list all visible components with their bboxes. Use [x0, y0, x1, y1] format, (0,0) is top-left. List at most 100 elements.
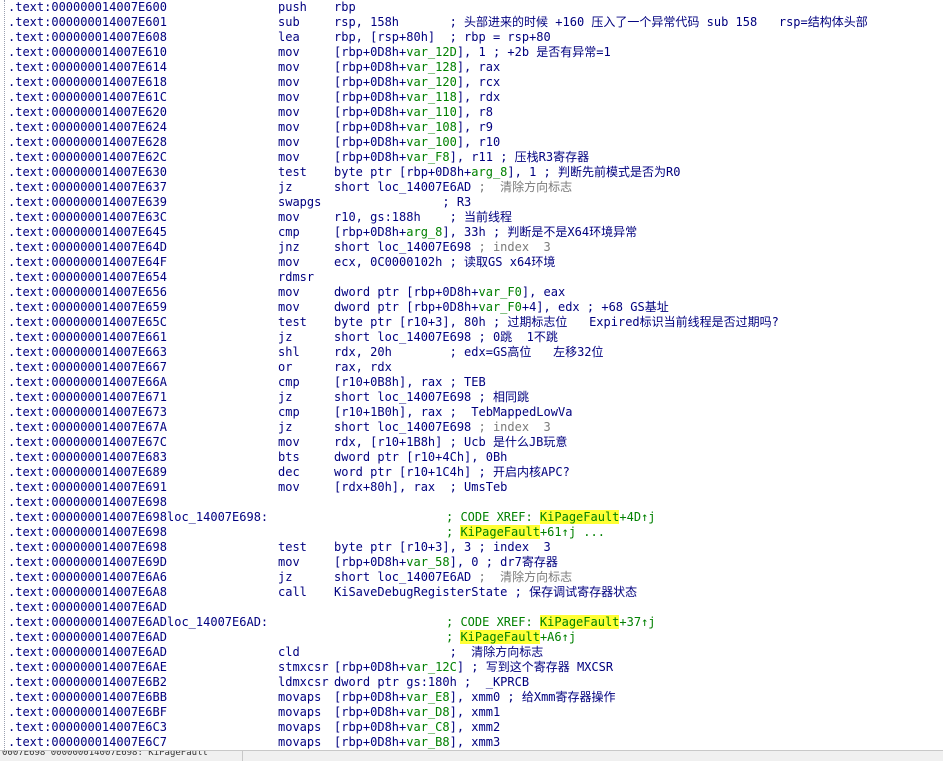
- instruction-operands[interactable]: ; 清除方向标志: [334, 645, 544, 660]
- address-label[interactable]: .text:000000014007E614: [8, 60, 167, 75]
- address-label[interactable]: .text:000000014007E6AD: [8, 600, 167, 615]
- instruction-operands[interactable]: ; R3: [334, 195, 471, 210]
- stack-var-name[interactable]: var_12D: [406, 45, 457, 59]
- address-label[interactable]: .text:000000014007E698: [8, 510, 167, 525]
- instruction-mnemonic[interactable]: ldmxcsr: [278, 675, 329, 690]
- address-label[interactable]: .text:000000014007E6BB: [8, 690, 167, 705]
- listing-row[interactable]: .text:000000014007E6C7 movaps [rbp+0D8h+va…: [0, 735, 943, 750]
- instruction-mnemonic[interactable]: sub: [278, 15, 300, 30]
- instruction-mnemonic[interactable]: mov: [278, 255, 300, 270]
- instruction-operands[interactable]: rbp, [rsp+80h] ; rbp = rsp+80: [334, 30, 551, 45]
- instruction-operands[interactable]: dword ptr [rbp+0D8h+var_F0+4], edx ; +68…: [334, 300, 669, 315]
- instruction-mnemonic[interactable]: movaps: [278, 705, 321, 720]
- instruction-operands[interactable]: short loc_14007E698 ; index 3: [334, 240, 551, 255]
- listing-row[interactable]: .text:000000014007E698 loc_14007E698: ; CO…: [0, 510, 943, 525]
- instruction-mnemonic[interactable]: push: [278, 0, 307, 15]
- instruction-operands[interactable]: rsp, 158h ; 头部进来的时候 +160 压入了一个异常代码 sub 1…: [334, 15, 868, 30]
- stack-var-name[interactable]: var_120: [406, 75, 457, 89]
- stack-var-name[interactable]: arg_8: [406, 225, 442, 239]
- listing-row[interactable]: .text:000000014007E61C mov [rbp+0D8h+var_1…: [0, 90, 943, 105]
- address-label[interactable]: .text:000000014007E6C3: [8, 720, 167, 735]
- address-label[interactable]: .text:000000014007E637: [8, 180, 167, 195]
- listing-row[interactable]: .text:000000014007E62C mov [rbp+0D8h+var_F…: [0, 150, 943, 165]
- address-label[interactable]: .text:000000014007E62C: [8, 150, 167, 165]
- address-label[interactable]: .text:000000014007E645: [8, 225, 167, 240]
- listing-row[interactable]: .text:000000014007E671 jz short loc_14007E…: [0, 390, 943, 405]
- address-label[interactable]: .text:000000014007E6AE: [8, 660, 167, 675]
- listing-row[interactable]: .text:000000014007E6BB movaps [rbp+0D8h+va…: [0, 690, 943, 705]
- instruction-operands[interactable]: [rbp+0D8h+var_110], r8: [334, 105, 493, 120]
- instruction-operands[interactable]: r10, gs:188h ; 当前线程: [334, 210, 512, 225]
- instruction-operands[interactable]: dword ptr [rbp+0D8h+var_F0], eax: [334, 285, 565, 300]
- instruction-operands[interactable]: [rbp+0D8h+var_100], r10: [334, 135, 500, 150]
- highlighted-symbol[interactable]: KiPageFault: [460, 525, 540, 539]
- stack-var-name[interactable]: var_58: [406, 555, 449, 569]
- listing-row[interactable]: .text:000000014007E689 dec word ptr [r10+1…: [0, 465, 943, 480]
- stack-var-name[interactable]: var_C8: [406, 720, 449, 734]
- listing-row[interactable]: .text:000000014007E64F mov ecx, 0C0000102h…: [0, 255, 943, 270]
- address-label[interactable]: .text:000000014007E64D: [8, 240, 167, 255]
- address-label[interactable]: .text:000000014007E61C: [8, 90, 167, 105]
- instruction-operands[interactable]: [rbp+0D8h+var_58], 0 ; dr7寄存器: [334, 555, 558, 570]
- code-label[interactable]: loc_14007E698:: [167, 510, 268, 525]
- instruction-mnemonic[interactable]: jz: [278, 330, 292, 345]
- listing-row[interactable]: .text:000000014007E67C mov rdx, [r10+1B8h]…: [0, 435, 943, 450]
- highlighted-symbol[interactable]: KiPageFault: [539, 615, 620, 629]
- listing-row[interactable]: .text:000000014007E618 mov [rbp+0D8h+var_1…: [0, 75, 943, 90]
- instruction-operands[interactable]: [rbp+0D8h+var_128], rax: [334, 60, 500, 75]
- address-label[interactable]: .text:000000014007E610: [8, 45, 167, 60]
- listing-row[interactable]: .text:000000014007E66A cmp [r10+0B8h], rax…: [0, 375, 943, 390]
- instruction-operands[interactable]: rbp: [334, 0, 356, 15]
- listing-row[interactable]: .text:000000014007E601 sub rsp, 158h ; 头部进…: [0, 15, 943, 30]
- instruction-mnemonic[interactable]: jz: [278, 390, 292, 405]
- listing-row[interactable]: .text:000000014007E661 jz short loc_14007E…: [0, 330, 943, 345]
- address-label[interactable]: .text:000000014007E65C: [8, 315, 167, 330]
- listing-row[interactable]: .text:000000014007E64D jnz short loc_14007…: [0, 240, 943, 255]
- listing-row[interactable]: .text:000000014007E6AD; KiPageFault+A6↑j: [0, 630, 943, 645]
- listing-row[interactable]: .text:000000014007E637 jz short loc_14007E…: [0, 180, 943, 195]
- instruction-operands[interactable]: [r10+1B0h], rax ; TebMappedLowVa: [334, 405, 572, 420]
- instruction-operands[interactable]: byte ptr [r10+3], 80h ; 过期标志位 Expired标识当…: [334, 315, 779, 330]
- instruction-mnemonic[interactable]: test: [278, 165, 307, 180]
- address-label[interactable]: .text:000000014007E698: [8, 525, 167, 540]
- stack-var-name[interactable]: var_B8: [406, 735, 449, 749]
- stack-var-name[interactable]: var_110: [406, 105, 457, 119]
- instruction-mnemonic[interactable]: shl: [278, 345, 300, 360]
- stack-var-name[interactable]: var_118: [406, 90, 457, 104]
- listing-row[interactable]: .text:000000014007E6B2 ldmxcsr dword ptr g…: [0, 675, 943, 690]
- address-label[interactable]: .text:000000014007E663: [8, 345, 167, 360]
- address-label[interactable]: .text:000000014007E67C: [8, 435, 167, 450]
- listing-row[interactable]: .text:000000014007E656 mov dword ptr [rbp+…: [0, 285, 943, 300]
- listing-row[interactable]: .text:000000014007E698; KiPageFault+61↑j…: [0, 525, 943, 540]
- address-label[interactable]: .text:000000014007E69D: [8, 555, 167, 570]
- instruction-mnemonic[interactable]: cmp: [278, 405, 300, 420]
- stack-var-name[interactable]: var_F0: [479, 285, 522, 299]
- instruction-mnemonic[interactable]: mov: [278, 120, 300, 135]
- instruction-operands[interactable]: [rbp+0D8h+var_12D], 1 ; +2b 是否有异常=1: [334, 45, 611, 60]
- instruction-operands[interactable]: [r10+0B8h], rax ; TEB: [334, 375, 486, 390]
- address-label[interactable]: .text:000000014007E673: [8, 405, 167, 420]
- address-label[interactable]: .text:000000014007E67A: [8, 420, 167, 435]
- listing-row[interactable]: .text:000000014007E698 test byte ptr [r10+…: [0, 540, 943, 555]
- highlighted-symbol[interactable]: KiPageFault: [460, 630, 540, 644]
- instruction-mnemonic[interactable]: test: [278, 540, 307, 555]
- address-label[interactable]: .text:000000014007E671: [8, 390, 167, 405]
- address-label[interactable]: .text:000000014007E618: [8, 75, 167, 90]
- instruction-operands[interactable]: dword ptr [r10+4Ch], 0Bh: [334, 450, 507, 465]
- instruction-mnemonic[interactable]: mov: [278, 480, 300, 495]
- listing-row[interactable]: .text:000000014007E610 mov [rbp+0D8h+var_1…: [0, 45, 943, 60]
- stack-var-name[interactable]: arg_8: [471, 165, 507, 179]
- instruction-mnemonic[interactable]: mov: [278, 105, 300, 120]
- address-label[interactable]: .text:000000014007E6C7: [8, 735, 167, 750]
- instruction-mnemonic[interactable]: or: [278, 360, 292, 375]
- address-label[interactable]: .text:000000014007E620: [8, 105, 167, 120]
- instruction-mnemonic[interactable]: jnz: [278, 240, 300, 255]
- instruction-operands[interactable]: [rbp+0D8h+var_118], rdx: [334, 90, 500, 105]
- address-label[interactable]: .text:000000014007E6A8: [8, 585, 167, 600]
- address-label[interactable]: .text:000000014007E6A6: [8, 570, 167, 585]
- address-label[interactable]: .text:000000014007E63C: [8, 210, 167, 225]
- listing-row[interactable]: .text:000000014007E628 mov [rbp+0D8h+var_1…: [0, 135, 943, 150]
- listing-row[interactable]: .text:000000014007E6AD cld ; 清除方向标志: [0, 645, 943, 660]
- listing-row[interactable]: .text:000000014007E683 bts dword ptr [r10+…: [0, 450, 943, 465]
- instruction-mnemonic[interactable]: bts: [278, 450, 300, 465]
